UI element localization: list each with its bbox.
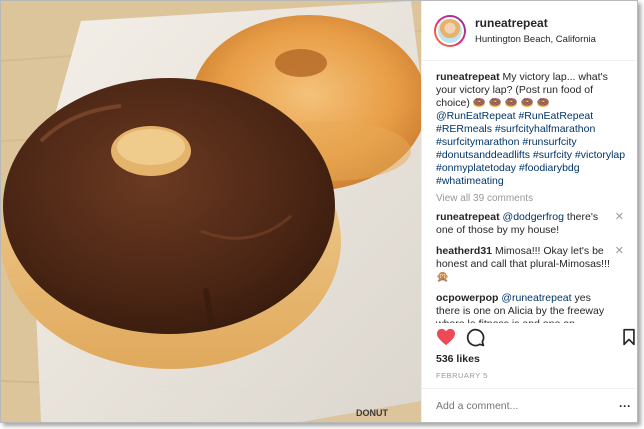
post-date: FEBRUARY 5 xyxy=(436,371,488,380)
header-username[interactable]: runeatrepeat xyxy=(475,16,596,30)
comment-mention[interactable]: @runeatrepeat xyxy=(501,292,571,304)
comment-item: heatherd31 Mimosa!!! Okay let's be hones… xyxy=(436,245,626,284)
add-comment-bar: ··· xyxy=(422,388,637,422)
comments-section: runeatrepeat My victory lap... what's yo… xyxy=(422,61,637,323)
comment-mention[interactable]: @dodgerfrog xyxy=(503,211,564,223)
comment-username[interactable]: ocpowerpop xyxy=(436,292,498,304)
comment-username[interactable]: runeatrepeat xyxy=(436,211,500,223)
caption-emoji: 🍩 🍩 🍩 🍩 🍩 xyxy=(472,97,550,109)
post-side-panel: runeatrepeat Huntington Beach, Californi… xyxy=(421,1,637,422)
paper-print-text: DONUT xyxy=(356,408,388,418)
comment-input[interactable] xyxy=(436,399,606,412)
bookmark-icon[interactable] xyxy=(622,328,636,351)
comment-item: ocpowerpop @runeatrepeat yes there is on… xyxy=(436,292,626,323)
close-icon[interactable]: ✕ xyxy=(615,211,624,224)
post-caption: runeatrepeat My victory lap... what's yo… xyxy=(436,71,626,188)
header-location[interactable]: Huntington Beach, California xyxy=(475,34,596,45)
likes-count[interactable]: 536 likes xyxy=(436,353,480,365)
donut-photo-illustration: DONUT xyxy=(1,1,421,422)
comment-item: runeatrepeat @dodgerfrog there's one of … xyxy=(436,211,626,237)
more-dots-icon[interactable]: ··· xyxy=(619,399,631,413)
close-icon[interactable]: ✕ xyxy=(615,245,624,258)
comment-bubble-icon[interactable] xyxy=(466,328,485,352)
comment-username[interactable]: heatherd31 xyxy=(436,245,492,257)
caption-username[interactable]: runeatrepeat xyxy=(436,71,500,83)
avatar[interactable] xyxy=(434,14,466,47)
avatar-image xyxy=(436,16,464,45)
post-photo: DONUT xyxy=(1,1,421,422)
post-header: runeatrepeat Huntington Beach, Californi… xyxy=(422,1,637,61)
heart-icon[interactable] xyxy=(436,328,456,351)
caption-hashtags[interactable]: @RunEatRepeat #RunEatRepeat #RERmeals #s… xyxy=(436,110,625,187)
action-bar xyxy=(436,328,636,350)
instagram-post-window: DONUT runeatrepeat Huntington Beach, Cal… xyxy=(0,0,638,423)
header-text: runeatrepeat Huntington Beach, Californi… xyxy=(475,16,596,45)
view-all-comments-link[interactable]: View all 39 comments xyxy=(436,193,626,204)
